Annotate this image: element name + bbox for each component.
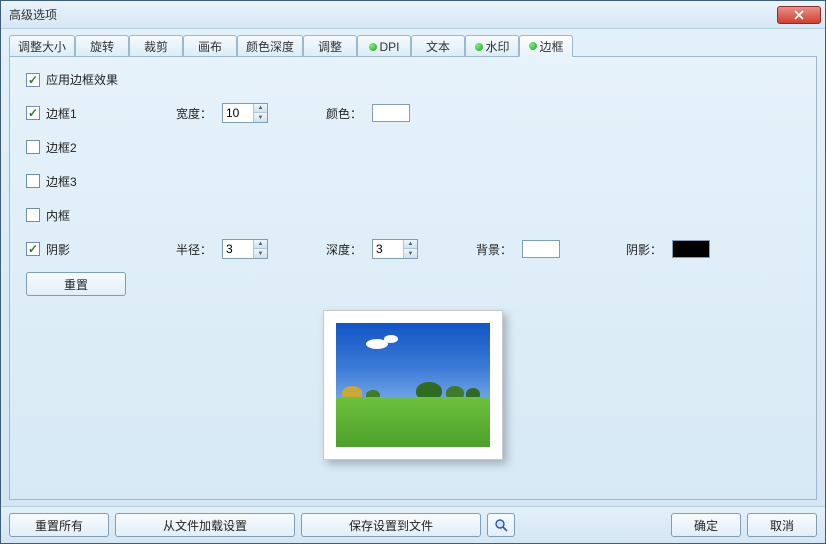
reset-all-button[interactable]: 重置所有 <box>9 513 109 537</box>
inner-checkbox[interactable] <box>26 208 40 222</box>
tab-adjust[interactable]: 调整 <box>303 35 357 57</box>
shadow-row: 阴影 半径： ▲▼ 深度： ▲▼ <box>26 238 800 260</box>
depth-input[interactable] <box>373 240 403 258</box>
preview-cloud <box>384 335 398 343</box>
tab-rotate[interactable]: 旋转 <box>75 35 129 57</box>
inner-label: 内框 <box>46 207 70 224</box>
active-dot-icon <box>369 43 377 51</box>
preview-area <box>26 310 800 460</box>
shadow-color-picker[interactable] <box>672 240 710 258</box>
load-from-file-button[interactable]: 从文件加载设置 <box>115 513 295 537</box>
border2-row: 边框2 <box>26 136 800 158</box>
preview-frame <box>323 310 503 460</box>
depth-spinner[interactable]: ▲▼ <box>372 239 418 259</box>
radius-label: 半径： <box>176 241 216 258</box>
content-area: 调整大小 旋转 裁剪 画布 颜色深度 调整 DPI 文本 水印 边框 应用边框效… <box>1 29 825 506</box>
width-label: 宽度： <box>176 105 216 122</box>
width-spinner[interactable]: ▲▼ <box>222 103 268 123</box>
dialog-window: 高级选项 调整大小 旋转 裁剪 画布 颜色深度 调整 DPI 文本 水印 边框 … <box>0 0 826 544</box>
radius-spinner[interactable]: ▲▼ <box>222 239 268 259</box>
close-icon <box>793 10 805 20</box>
border3-label: 边框3 <box>46 173 77 190</box>
active-dot-icon <box>475 43 483 51</box>
depth-up[interactable]: ▲ <box>404 240 417 249</box>
color-picker[interactable] <box>372 104 410 122</box>
radius-input[interactable] <box>223 240 253 258</box>
shadow-color-label: 阴影： <box>626 241 666 258</box>
tab-crop[interactable]: 裁剪 <box>129 35 183 57</box>
preview-image <box>336 323 490 447</box>
preview-grass <box>336 397 490 447</box>
inner-row: 内框 <box>26 204 800 226</box>
titlebar: 高级选项 <box>1 1 825 29</box>
border1-row: 边框1 宽度： ▲▼ 颜色： <box>26 102 800 124</box>
ok-button[interactable]: 确定 <box>671 513 741 537</box>
tab-watermark[interactable]: 水印 <box>465 35 519 57</box>
tab-text[interactable]: 文本 <box>411 35 465 57</box>
shadow-checkbox[interactable] <box>26 242 40 256</box>
active-dot-icon <box>529 42 537 50</box>
tab-dpi[interactable]: DPI <box>357 35 411 57</box>
apply-checkbox[interactable] <box>26 73 40 87</box>
tab-color-depth[interactable]: 颜色深度 <box>237 35 303 57</box>
magnifier-icon <box>494 518 508 532</box>
options-area: 边框1 宽度： ▲▼ 颜色： <box>26 102 800 296</box>
bg-label: 背景： <box>476 241 516 258</box>
radius-down[interactable]: ▼ <box>254 249 267 258</box>
depth-down[interactable]: ▼ <box>404 249 417 258</box>
window-title: 高级选项 <box>9 6 777 23</box>
reset-row: 重置 <box>26 272 800 296</box>
color-label: 颜色： <box>326 105 366 122</box>
depth-label: 深度： <box>326 241 366 258</box>
apply-row: 应用边框效果 <box>26 71 800 88</box>
tabstrip: 调整大小 旋转 裁剪 画布 颜色深度 调整 DPI 文本 水印 边框 <box>9 35 817 57</box>
width-up[interactable]: ▲ <box>254 104 267 113</box>
border3-row: 边框3 <box>26 170 800 192</box>
border1-checkbox[interactable] <box>26 106 40 120</box>
tab-resize[interactable]: 调整大小 <box>9 35 75 57</box>
close-button[interactable] <box>777 6 821 24</box>
bottom-toolbar: 重置所有 从文件加载设置 保存设置到文件 确定 取消 <box>1 506 825 543</box>
border1-label: 边框1 <box>46 105 77 122</box>
tab-panel-border: 应用边框效果 边框1 宽度： ▲▼ <box>9 56 817 500</box>
cancel-button[interactable]: 取消 <box>747 513 817 537</box>
tab-canvas[interactable]: 画布 <box>183 35 237 57</box>
border3-checkbox[interactable] <box>26 174 40 188</box>
width-down[interactable]: ▼ <box>254 113 267 122</box>
shadow-label: 阴影 <box>46 241 70 258</box>
width-input[interactable] <box>223 104 253 122</box>
radius-up[interactable]: ▲ <box>254 240 267 249</box>
border2-checkbox[interactable] <box>26 140 40 154</box>
preview-zoom-button[interactable] <box>487 513 515 537</box>
border2-label: 边框2 <box>46 139 77 156</box>
save-to-file-button[interactable]: 保存设置到文件 <box>301 513 481 537</box>
tab-border[interactable]: 边框 <box>519 35 573 57</box>
bg-color-picker[interactable] <box>522 240 560 258</box>
apply-label: 应用边框效果 <box>46 71 118 88</box>
reset-button[interactable]: 重置 <box>26 272 126 296</box>
